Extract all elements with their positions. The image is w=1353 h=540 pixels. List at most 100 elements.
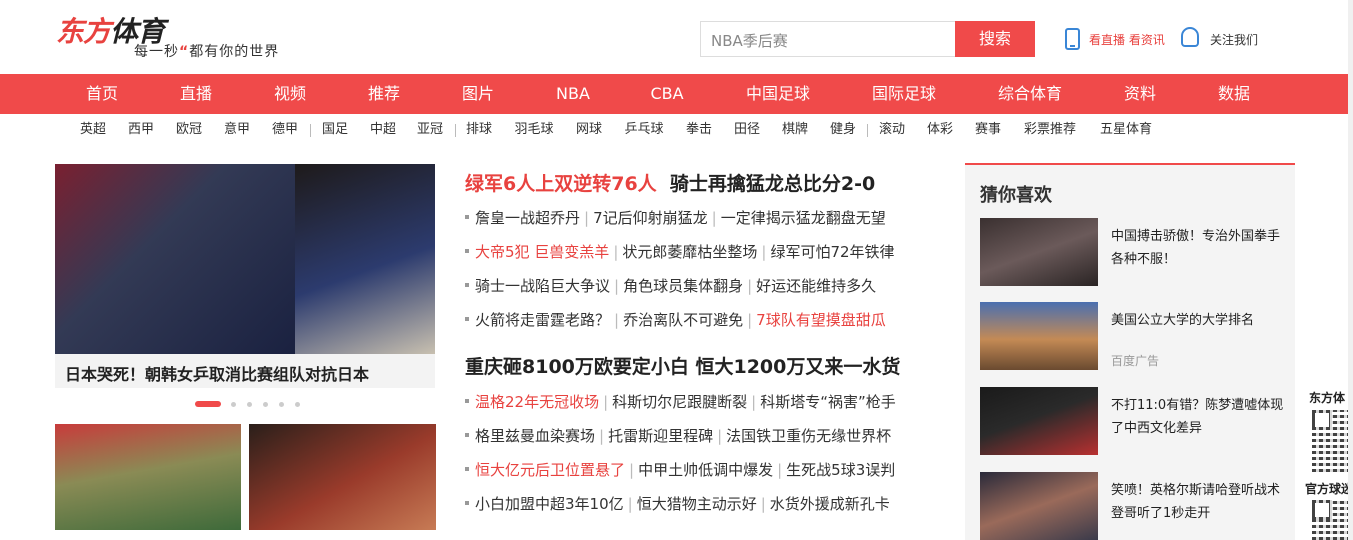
- watch-live-link[interactable]: 看直播 看资讯: [1089, 31, 1165, 48]
- news-link[interactable]: 托雷斯迎里程碑: [608, 427, 713, 445]
- recommend-title[interactable]: 不打11:0有错？陈梦遭嘘体现了中西文化差异: [1111, 394, 1286, 440]
- subnav-item[interactable]: 网球: [576, 114, 602, 146]
- nav-item[interactable]: 综合体育: [998, 74, 1062, 114]
- follow-us-link[interactable]: 关注我们: [1210, 31, 1258, 48]
- nav-item[interactable]: 推荐: [368, 74, 400, 114]
- subnav-item[interactable]: 五星体育: [1100, 114, 1152, 146]
- logo-tagline: 每一秒“都有你的世界: [134, 44, 280, 60]
- subnav-item[interactable]: 乒乓球: [624, 114, 663, 146]
- mobile-phone-icon[interactable]: [1065, 28, 1080, 50]
- recommend-title[interactable]: 笑喷！英格尔斯请哈登听战术 登哥听了1秒走开: [1111, 479, 1286, 525]
- news-link[interactable]: 生死战5球3误判: [786, 461, 895, 479]
- news-separator: |: [751, 393, 757, 411]
- news-link[interactable]: 科斯切尔尼跟腱断裂: [612, 393, 747, 411]
- thumbnail-bbq[interactable]: [249, 424, 436, 530]
- subnav-item[interactable]: 彩票推荐: [1024, 114, 1076, 146]
- news-link[interactable]: 绿军可怕72年铁律: [770, 243, 894, 261]
- subnav-item[interactable]: 国足: [322, 114, 348, 146]
- news-link[interactable]: 法国铁卫重伤无缘世界杯: [726, 427, 891, 445]
- headline-1[interactable]: 绿军6人上双逆转76人 骑士再擒猛龙总比分2-0: [465, 169, 875, 196]
- slide-dot-active[interactable]: [195, 401, 221, 407]
- recommend-title[interactable]: 美国公立大学的大学排名: [1111, 309, 1286, 332]
- subnav-item[interactable]: 排球: [466, 114, 492, 146]
- news-separator: |: [777, 461, 783, 479]
- news-link[interactable]: 7记后仰射崩猛龙: [593, 209, 708, 227]
- news-link[interactable]: 一定律揭示猛龙翻盘无望: [721, 209, 886, 227]
- nav-item[interactable]: NBA: [556, 74, 590, 114]
- search-button[interactable]: 搜索: [955, 21, 1035, 57]
- headline-2[interactable]: 重庆砸8100万欧要定小白 恒大1200万又来一水货: [465, 352, 900, 379]
- nav-item[interactable]: 资料: [1124, 74, 1156, 114]
- news-link[interactable]: 大帝5犯 巨兽变羔羊: [475, 243, 609, 261]
- nav-item[interactable]: 中国足球: [746, 74, 810, 114]
- slide-caption[interactable]: 日本哭死！朝韩女乒取消比赛组队对抗日本: [65, 361, 369, 385]
- slide-dot[interactable]: [231, 402, 236, 407]
- subnav-item[interactable]: 拳击: [686, 114, 712, 146]
- nav-item[interactable]: 国际足球: [872, 74, 936, 114]
- subnav-item[interactable]: 羽毛球: [514, 114, 553, 146]
- nav-item[interactable]: 视频: [274, 74, 306, 114]
- recommend-item[interactable]: 中国搏击骄傲！专治外国拳手各种不服！: [980, 218, 1290, 286]
- bell-icon[interactable]: [1181, 27, 1199, 47]
- subnav-item[interactable]: 西甲: [128, 114, 154, 146]
- recommend-thumbnail[interactable]: [980, 472, 1098, 540]
- news-link[interactable]: 骑士一战陷巨大争议: [475, 277, 610, 295]
- bullet-icon: [465, 215, 469, 219]
- subnav-item[interactable]: 中超: [370, 114, 396, 146]
- recommend-item[interactable]: 笑喷！英格尔斯请哈登听战术 登哥听了1秒走开: [980, 472, 1290, 540]
- thumbnail-soccer[interactable]: [55, 424, 241, 530]
- scrollbar[interactable]: [1348, 0, 1353, 540]
- news-link[interactable]: 恒大猎物主动示好: [637, 495, 757, 513]
- news-line: 大帝5犯 巨兽变羔羊 | 状元郎萎靡枯坐整场 | 绿军可怕72年铁律: [465, 241, 895, 262]
- subnav-item[interactable]: 赛事: [975, 114, 1001, 146]
- news-link[interactable]: 7球队有望摸盘甜瓜: [756, 311, 886, 329]
- search-input[interactable]: NBA季后赛: [700, 21, 956, 57]
- recommend-thumbnail[interactable]: [980, 302, 1098, 370]
- nav-item[interactable]: 首页: [86, 74, 118, 114]
- subnav-item[interactable]: 德甲: [272, 114, 298, 146]
- news-link[interactable]: 状元郎萎靡枯坐整场: [622, 243, 757, 261]
- ad-label: 百度广告: [1111, 354, 1160, 368]
- news-link[interactable]: 水货外援成新孔卡: [770, 495, 890, 513]
- slide-dot[interactable]: [247, 402, 252, 407]
- nav-item[interactable]: CBA: [650, 74, 683, 114]
- subnav-item[interactable]: 体彩: [927, 114, 953, 146]
- featured-slideshow[interactable]: 日本哭死！朝韩女乒取消比赛组队对抗日本: [55, 164, 435, 388]
- subnav-item[interactable]: 欧冠: [176, 114, 202, 146]
- slide-dot[interactable]: [263, 402, 268, 407]
- recommend-item[interactable]: 美国公立大学的大学排名 百度广告: [980, 302, 1290, 370]
- news-link[interactable]: 火箭将走雷霆老路？: [475, 311, 610, 329]
- slide-photo-player: [295, 164, 435, 354]
- news-link[interactable]: 格里兹曼血染赛场: [475, 427, 595, 445]
- news-link[interactable]: 角色球员集体翻身: [623, 277, 743, 295]
- nav-item[interactable]: 数据: [1218, 74, 1250, 114]
- subnav-item[interactable]: 意甲: [224, 114, 250, 146]
- news-separator: |: [599, 427, 605, 445]
- subnav-item[interactable]: 亚冠: [417, 114, 443, 146]
- recommend-thumbnail[interactable]: [980, 387, 1098, 455]
- slide-dot[interactable]: [295, 402, 300, 407]
- news-link[interactable]: 好运还能维持多久: [756, 277, 876, 295]
- nav-item[interactable]: 直播: [180, 74, 212, 114]
- subnav-item[interactable]: 棋牌: [782, 114, 808, 146]
- news-link[interactable]: 科斯塔专“祸害”枪手: [760, 393, 896, 411]
- nav-item[interactable]: 图片: [462, 74, 494, 114]
- news-link[interactable]: 恒大亿元后卫位置悬了: [475, 461, 625, 479]
- recommend-item[interactable]: 不打11:0有错？陈梦遭嘘体现了中西文化差异: [980, 387, 1290, 455]
- bullet-icon: [465, 467, 469, 471]
- subnav-item[interactable]: 健身: [830, 114, 856, 146]
- subnav-item[interactable]: 滚动: [879, 114, 905, 146]
- subnav-item[interactable]: 田径: [734, 114, 760, 146]
- slide-dot[interactable]: [279, 402, 284, 407]
- recommend-thumbnail[interactable]: [980, 218, 1098, 286]
- news-link[interactable]: 中甲土帅低调中爆发: [638, 461, 773, 479]
- subnav-item[interactable]: 英超: [80, 114, 106, 146]
- recommend-title[interactable]: 中国搏击骄傲！专治外国拳手各种不服！: [1111, 225, 1286, 271]
- news-link[interactable]: 乔治离队不可避免: [623, 311, 743, 329]
- news-link[interactable]: 温格22年无冠收场: [475, 393, 599, 411]
- news-link[interactable]: 詹皇一战超乔丹: [475, 209, 580, 227]
- site-logo[interactable]: 东方体育 每一秒“都有你的世界: [56, 10, 316, 65]
- slide-photo[interactable]: [55, 164, 435, 354]
- news-link[interactable]: 小白加盟中超3年10亿: [475, 495, 624, 513]
- news-separator: |: [614, 277, 620, 295]
